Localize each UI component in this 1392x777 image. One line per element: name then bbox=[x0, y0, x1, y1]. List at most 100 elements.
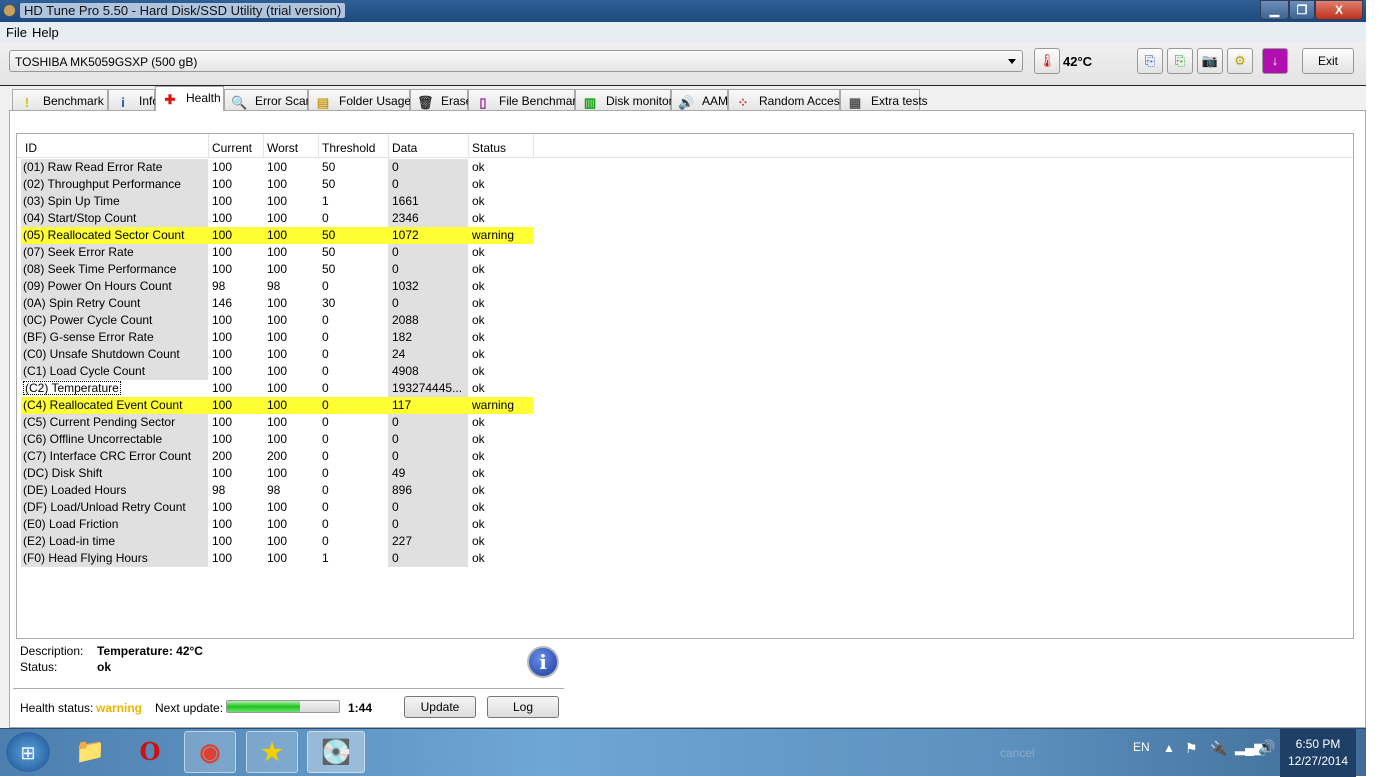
column-header-worst[interactable]: Worst bbox=[267, 141, 298, 158]
tab-disk-monitor[interactable]: ▥ Disk monitor bbox=[575, 89, 673, 111]
table-row[interactable]: (0A) Spin Retry Count 146 100 30 0 ok bbox=[21, 295, 533, 312]
info-icon[interactable]: i bbox=[527, 646, 559, 678]
table-row[interactable]: (0C) Power Cycle Count 100 100 0 2088 ok bbox=[21, 312, 533, 329]
health-status-value: warning bbox=[96, 701, 143, 715]
cell-threshold: 0 bbox=[322, 415, 329, 429]
cell-worst: 100 bbox=[267, 381, 288, 395]
copy-screenshot-button[interactable]: ⎘ bbox=[1167, 48, 1193, 74]
column-header-current[interactable]: Current bbox=[212, 141, 252, 158]
thermometer-icon[interactable]: 🌡 bbox=[1034, 48, 1060, 74]
copy-text-button[interactable]: ⎘ bbox=[1137, 48, 1163, 74]
toolbar: TOSHIBA MK5059GSXP (500 gB) 🌡 42°C ⎘ ⎘ 📷… bbox=[0, 42, 1366, 86]
table-row[interactable]: (02) Throughput Performance 100 100 50 0 ok bbox=[21, 176, 533, 193]
hdtune-taskbar-icon[interactable]: 💽 bbox=[307, 731, 365, 773]
cell-id: (0A) Spin Retry Count bbox=[21, 295, 208, 312]
favorites-app-icon[interactable]: ★ bbox=[246, 731, 298, 773]
cell-worst: 100 bbox=[267, 313, 288, 327]
progress-fill bbox=[227, 701, 300, 712]
cell-status: ok bbox=[472, 347, 485, 361]
menu-file[interactable]: File bbox=[6, 25, 27, 40]
exit-button[interactable]: Exit bbox=[1302, 48, 1354, 74]
tab-health[interactable]: ✚ Health bbox=[155, 86, 224, 111]
table-row[interactable]: (C4) Reallocated Event Count 100 100 0 117 wa… bbox=[21, 397, 533, 414]
log-button[interactable]: Log bbox=[487, 696, 559, 718]
column-separator[interactable] bbox=[533, 134, 534, 157]
tab-label: Benchmark bbox=[43, 94, 104, 108]
power-plug-icon[interactable]: 🔌 bbox=[1210, 740, 1227, 757]
table-row[interactable]: (DF) Load/Unload Retry Count 100 100 0 0 ok bbox=[21, 499, 533, 516]
title-bar[interactable]: HD Tune Pro 5.50 - Hard Disk/SSD Utility… bbox=[0, 0, 1366, 22]
menu-help[interactable]: Help bbox=[32, 25, 59, 40]
update-button[interactable]: Update bbox=[404, 696, 476, 718]
table-row[interactable]: (E2) Load-in time 100 100 0 227 ok bbox=[21, 533, 533, 550]
tab-random-access[interactable]: ⁘ Random Access bbox=[728, 89, 846, 111]
close-button[interactable]: X bbox=[1315, 0, 1363, 20]
cell-data: 0 bbox=[388, 414, 468, 431]
column-separator[interactable] bbox=[208, 134, 209, 157]
table-row[interactable]: (05) Reallocated Sector Count 100 100 50 107… bbox=[21, 227, 533, 244]
cell-data: 0 bbox=[388, 295, 468, 312]
table-row[interactable]: (C0) Unsafe Shutdown Count 100 100 0 24 ok bbox=[21, 346, 533, 363]
column-header-threshold[interactable]: Threshold bbox=[322, 141, 375, 158]
options-gear-icon[interactable]: ⚙ bbox=[1227, 48, 1253, 74]
explorer-icon[interactable]: 📁 bbox=[64, 731, 116, 773]
table-row[interactable]: (C1) Load Cycle Count 100 100 0 4908 ok bbox=[21, 363, 533, 380]
show-hidden-icons-icon[interactable]: ▲ bbox=[1163, 741, 1175, 755]
column-separator[interactable] bbox=[263, 134, 264, 157]
volume-icon[interactable]: 🔊 bbox=[1258, 739, 1275, 756]
cell-worst: 100 bbox=[267, 177, 288, 191]
table-row[interactable]: (04) Start/Stop Count 100 100 0 2346 ok bbox=[21, 210, 533, 227]
column-separator[interactable] bbox=[388, 134, 389, 157]
cell-status: ok bbox=[472, 330, 485, 344]
drive-name: TOSHIBA MK5059GSXP (500 gB) bbox=[15, 55, 198, 69]
column-separator[interactable] bbox=[318, 134, 319, 157]
restore-button[interactable]: ❐ bbox=[1289, 0, 1315, 20]
drive-select[interactable]: TOSHIBA MK5059GSXP (500 gB) bbox=[9, 50, 1023, 72]
language-indicator[interactable]: EN bbox=[1133, 740, 1150, 754]
table-row[interactable]: (BF) G-sense Error Rate 100 100 0 182 ok bbox=[21, 329, 533, 346]
column-header-id[interactable]: ID bbox=[25, 141, 37, 158]
table-row[interactable]: (08) Seek Time Performance 100 100 50 0 ok bbox=[21, 261, 533, 278]
tab-extra-tests[interactable]: ▦ Extra tests bbox=[840, 89, 928, 111]
table-row[interactable]: (C6) Offline Uncorrectable 100 100 0 0 ok bbox=[21, 431, 533, 448]
action-center-flag-icon[interactable]: ⚑ bbox=[1185, 740, 1198, 757]
column-header-data[interactable]: Data bbox=[392, 141, 417, 158]
table-row[interactable]: (03) Spin Up Time 100 100 1 1661 ok bbox=[21, 193, 533, 210]
clock[interactable]: 6:50 PM 12/27/2014 bbox=[1280, 729, 1356, 777]
tab-info[interactable]: i Info bbox=[108, 89, 159, 111]
cell-worst: 100 bbox=[267, 296, 288, 310]
table-row[interactable]: (E0) Load Friction 100 100 0 0 ok bbox=[21, 516, 533, 533]
column-separator[interactable] bbox=[468, 134, 469, 157]
start-button[interactable]: ⊞ bbox=[6, 732, 50, 772]
tab-error-scan[interactable]: 🔍 Error Scan bbox=[224, 89, 312, 111]
tab-benchmark[interactable]: ! Benchmark bbox=[12, 89, 108, 111]
table-row[interactable]: (F0) Head Flying Hours 100 100 1 0 ok bbox=[21, 550, 533, 567]
cell-threshold: 0 bbox=[322, 381, 329, 395]
cell-status: ok bbox=[472, 313, 485, 327]
table-row[interactable]: (C5) Current Pending Sector 100 100 0 0 ok bbox=[21, 414, 533, 431]
column-header-status[interactable]: Status bbox=[472, 141, 506, 158]
cell-data: 1661 bbox=[388, 193, 468, 210]
cell-worst: 100 bbox=[267, 245, 288, 259]
opera-icon[interactable]: O bbox=[124, 731, 176, 773]
minimize-button[interactable]: ▁ bbox=[1260, 0, 1289, 20]
tab-aam[interactable]: 🔊 AAM bbox=[671, 89, 728, 111]
smart-table[interactable]: ID Current Worst Threshold Data Status (01) R… bbox=[16, 133, 1354, 639]
table-row[interactable]: (01) Raw Read Error Rate 100 100 50 0 ok bbox=[21, 159, 533, 176]
table-row[interactable]: (09) Power On Hours Count 98 98 0 1032 ok bbox=[21, 278, 533, 295]
table-row[interactable]: (DC) Disk Shift 100 100 0 49 ok bbox=[21, 465, 533, 482]
tab-file-benchmark[interactable]: ▯ File Benchmark bbox=[468, 89, 582, 111]
table-row[interactable]: (C7) Interface CRC Error Count 200 200 0 0 ok bbox=[21, 448, 533, 465]
chrome-icon[interactable]: ◉ bbox=[184, 731, 236, 773]
tab-folder-usage[interactable]: ▤ Folder Usage bbox=[308, 89, 411, 111]
download-icon[interactable]: ↓ bbox=[1262, 48, 1288, 74]
camera-icon[interactable]: 📷 bbox=[1197, 48, 1223, 74]
tab-erase[interactable]: 🗑 Erase bbox=[410, 89, 472, 111]
table-row[interactable]: (DE) Loaded Hours 98 98 0 896 ok bbox=[21, 482, 533, 499]
ghost-button: cancel bbox=[1000, 746, 1035, 760]
table-row[interactable]: (C2) Temperature 100 100 0 193274445... ok bbox=[21, 380, 533, 397]
clock-date: 12/27/2014 bbox=[1287, 754, 1349, 768]
table-row[interactable]: (07) Seek Error Rate 100 100 50 0 ok bbox=[21, 244, 533, 261]
cell-worst: 100 bbox=[267, 211, 288, 225]
cell-worst: 100 bbox=[267, 534, 288, 548]
